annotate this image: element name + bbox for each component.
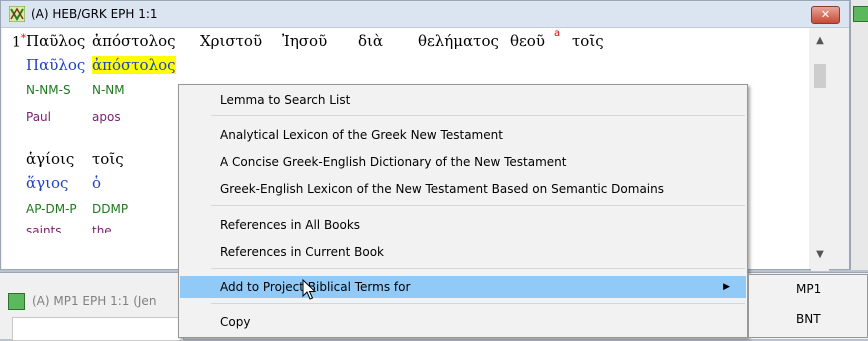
menu-item-semantic-domains-lexicon[interactable]: Greek-English Lexicon of the New Testame… — [180, 178, 746, 200]
lemma[interactable]: Παῦλος — [26, 56, 85, 74]
menu-separator — [211, 303, 745, 304]
menu-item-references-all-books[interactable]: References in All Books — [180, 214, 746, 236]
gloss: saints — [26, 224, 62, 238]
greek-word[interactable]: θεοῦ — [510, 32, 545, 50]
greek-word[interactable]: Παῦλος — [26, 32, 85, 50]
scroll-up-icon[interactable]: ▲ — [811, 32, 829, 50]
gloss: apos — [92, 110, 121, 124]
greek-word[interactable]: τοῖς — [572, 32, 604, 50]
project-window-icon — [853, 6, 868, 22]
morph-code: DDMP — [92, 202, 129, 216]
lemma[interactable]: ὁ — [92, 174, 101, 192]
menu-item-add-to-biblical-terms[interactable]: Add to Project Biblical Terms for ▶ — [180, 276, 746, 298]
project-text-area[interactable] — [12, 317, 184, 341]
submenu-item-bnt[interactable]: BNT — [750, 308, 866, 330]
menu-item-concise-dictionary[interactable]: A Concise Greek-English Dictionary of th… — [180, 151, 746, 173]
project-submenu: MP1 BNT — [748, 274, 868, 338]
submenu-item-mp1[interactable]: MP1 — [750, 278, 866, 300]
gloss: Paul — [26, 110, 51, 124]
window-titlebar[interactable]: (A) HEB/GRK EPH 1:1 ✕ — [1, 1, 849, 28]
gloss: the — [92, 224, 112, 238]
menu-separator — [211, 205, 745, 206]
greek-word[interactable]: ἀπόστολος — [92, 32, 176, 50]
window-title: (A) HEB/GRK EPH 1:1 — [31, 7, 158, 21]
adjacent-window-edge — [850, 0, 868, 270]
greek-word[interactable]: Χριστοῦ — [200, 32, 262, 50]
menu-item-references-current-book[interactable]: References in Current Book — [180, 241, 746, 263]
morph-code: N-NM-S — [26, 83, 71, 97]
menu-item-lemma-to-search-list[interactable]: Lemma to Search List — [180, 89, 746, 111]
menu-item-analytical-lexicon[interactable]: Analytical Lexicon of the Greek New Test… — [180, 124, 746, 146]
greek-word[interactable]: Ἰησοῦ — [282, 32, 327, 50]
verse-number: 1* — [12, 33, 26, 51]
morph-code: AP-DM-P — [26, 202, 77, 216]
project-window-title[interactable]: (A) MP1 EPH 1:1 (Jen — [32, 294, 156, 308]
morph-code: N-NM — [92, 83, 125, 97]
lemma-selected[interactable]: ἀπόστολος — [92, 56, 176, 74]
context-menu: Lemma to Search List Analytical Lexicon … — [178, 84, 748, 338]
interlinear-app-icon — [9, 6, 25, 22]
greek-word[interactable]: τοῖς — [92, 150, 124, 168]
menu-separator — [211, 115, 745, 116]
scroll-thumb[interactable] — [814, 64, 826, 88]
vertical-scrollbar[interactable]: ▲ ▼ — [811, 28, 829, 271]
project-window-icon — [8, 293, 25, 310]
scroll-down-icon[interactable]: ▼ — [811, 246, 829, 264]
submenu-arrow-icon: ▶ — [723, 282, 730, 292]
mouse-pointer-icon — [302, 279, 317, 300]
greek-word[interactable]: ἁγίοις — [26, 150, 74, 168]
greek-word[interactable]: διὰ — [358, 32, 383, 50]
menu-item-copy[interactable]: Copy — [180, 311, 746, 333]
footnote-marker[interactable]: a — [554, 28, 560, 39]
close-button[interactable]: ✕ — [811, 6, 840, 24]
lemma[interactable]: ἅγιος — [26, 174, 68, 192]
greek-word[interactable]: θελήματος — [418, 32, 499, 50]
menu-separator — [211, 268, 745, 269]
